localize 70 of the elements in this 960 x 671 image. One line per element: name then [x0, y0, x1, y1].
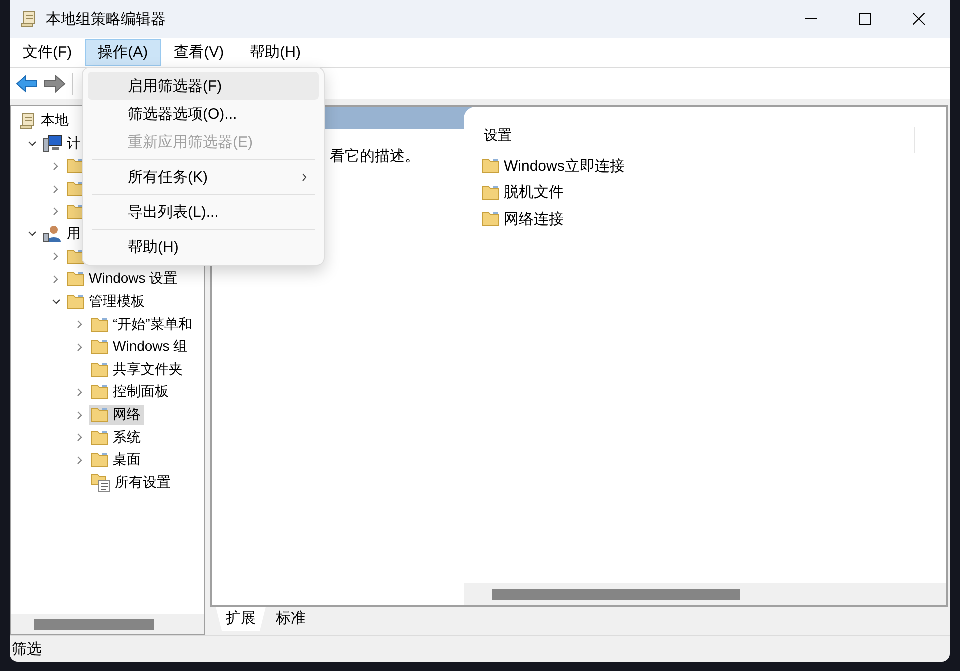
tree-item[interactable]: Windows 组	[89, 337, 191, 358]
user-icon	[43, 225, 63, 244]
folder-icon	[67, 271, 85, 288]
folder-icon	[91, 384, 109, 400]
menu-entry[interactable]: 导出列表(L)...	[88, 198, 319, 226]
tree-item[interactable]: 管理模板	[65, 292, 148, 312]
view-tab[interactable]: 扩展	[216, 607, 266, 631]
tree-item[interactable]: 控制面板	[89, 382, 172, 402]
forward-arrow-icon[interactable]	[44, 74, 66, 92]
chevron-right-icon[interactable]	[77, 342, 83, 352]
tree-item[interactable]: 计	[41, 134, 84, 154]
description-text: 看它的描述。	[330, 148, 420, 165]
scroll-icon	[19, 112, 37, 130]
maximize-icon	[859, 13, 871, 25]
close-icon	[913, 13, 925, 25]
chevron-right-icon	[302, 172, 307, 182]
chevron-down-icon[interactable]	[28, 140, 36, 147]
folder-icon	[91, 452, 109, 468]
chevron-right-icon[interactable]	[77, 410, 83, 420]
folder-icon	[482, 158, 500, 174]
tree-item[interactable]: 共享文件夹	[89, 360, 186, 380]
list-item[interactable]: Windows立即连接	[482, 153, 946, 180]
chevron-right-icon[interactable]	[77, 320, 83, 330]
list-item[interactable]: 脱机文件	[482, 180, 946, 206]
menu-entry[interactable]: 帮助(H)	[88, 233, 319, 261]
chevron-right-icon[interactable]	[53, 184, 59, 194]
horizontal-scrollbar[interactable]	[11, 614, 204, 634]
menu-item[interactable]: 文件(F)	[10, 39, 86, 66]
scroll-icon	[20, 10, 38, 28]
chevron-right-icon[interactable]	[77, 388, 83, 397]
chevron-right-icon[interactable]	[53, 274, 59, 284]
chevron-right-icon[interactable]	[77, 433, 83, 442]
tree-item[interactable]: 用	[41, 224, 84, 244]
chevron-right-icon[interactable]	[53, 207, 59, 216]
tree-item[interactable]: Windows 设置	[65, 269, 181, 290]
folder-icon	[91, 407, 109, 424]
folder-icon	[91, 316, 109, 333]
window-title: 本地组策略编辑器	[46, 10, 167, 28]
folder-icon	[91, 430, 109, 446]
chevron-down-icon[interactable]	[52, 299, 60, 306]
folder-icon	[67, 248, 85, 265]
status-bar: 筛选	[10, 635, 950, 662]
chevron-right-icon[interactable]	[53, 162, 59, 171]
menu-item[interactable]: 操作(A)	[85, 39, 162, 66]
folder-icon	[91, 362, 109, 378]
menu-item[interactable]: 查看(V)	[161, 39, 238, 66]
column-header[interactable]: 设置	[484, 127, 915, 153]
chevron-right-icon[interactable]	[53, 252, 59, 262]
menu-entry[interactable]: 所有任务(K)	[88, 163, 319, 191]
settings-list-icon	[91, 472, 111, 493]
minimize-icon	[805, 18, 817, 20]
chevron-down-icon[interactable]	[28, 231, 36, 238]
tree-item[interactable]: “开始”菜单和	[89, 314, 196, 335]
tree-item[interactable]: 本地	[17, 111, 72, 132]
folder-icon	[482, 184, 500, 201]
menu-entry[interactable]: 启用筛选器(F)	[88, 72, 319, 100]
tree-item[interactable]: 所有设置	[89, 472, 174, 494]
computer-icon	[43, 134, 63, 153]
folder-icon	[482, 211, 500, 228]
chevron-right-icon[interactable]	[77, 456, 83, 465]
tree-item[interactable]: 网络	[89, 405, 144, 426]
menu-entry[interactable]: 筛选器选项(O)...	[88, 100, 319, 128]
horizontal-scrollbar[interactable]	[464, 583, 946, 605]
folder-icon	[67, 294, 85, 310]
back-arrow-icon[interactable]	[16, 74, 38, 92]
tree-item[interactable]: 系统	[89, 428, 144, 448]
list-item[interactable]: 网络连接	[482, 206, 946, 232]
folder-icon	[91, 339, 109, 356]
menu-item[interactable]: 帮助(H)	[237, 39, 314, 66]
tree-item[interactable]: 桌面	[89, 450, 144, 470]
